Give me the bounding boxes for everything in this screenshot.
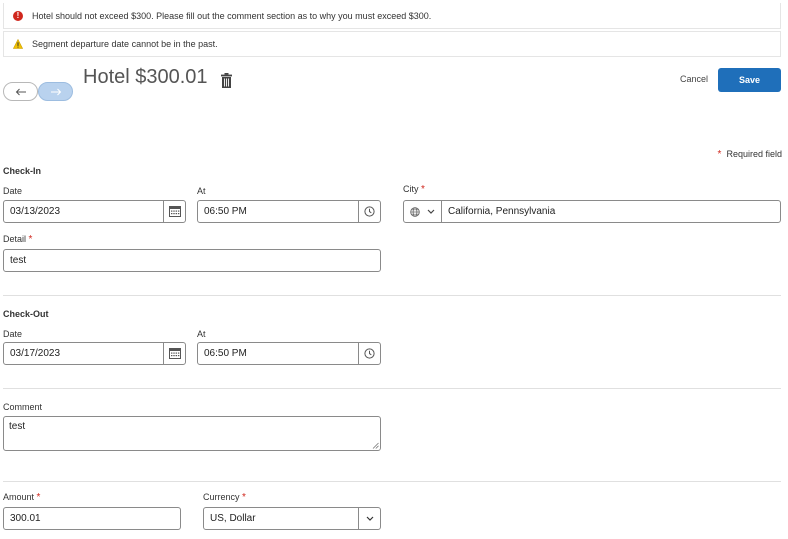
- checkout-date-value: 03/17/2023: [10, 348, 61, 359]
- detail-value: test: [10, 255, 27, 266]
- divider: [3, 388, 781, 389]
- chevron-down-icon: [427, 209, 435, 214]
- city-type-dropdown[interactable]: [404, 201, 442, 222]
- warning-alert: Segment departure date cannot be in the …: [3, 31, 781, 57]
- forward-button[interactable]: [38, 82, 73, 101]
- checkin-at-label: At: [197, 186, 206, 196]
- comment-textarea[interactable]: test: [3, 416, 381, 451]
- currency-select[interactable]: US, Dollar: [203, 507, 381, 530]
- error-icon: !: [13, 10, 23, 21]
- error-alert-text: Hotel should not exceed $300. Please fil…: [32, 10, 432, 21]
- checkout-date-label: Date: [3, 329, 23, 339]
- checkin-date-value: 03/13/2023: [10, 206, 61, 217]
- clock-icon[interactable]: [358, 201, 380, 222]
- trash-icon[interactable]: [221, 73, 232, 88]
- city-label: City *: [403, 184, 425, 195]
- amount-value: 300.01: [10, 513, 41, 524]
- calendar-icon[interactable]: [163, 343, 185, 364]
- checkin-date-field[interactable]: 03/13/2023: [3, 200, 186, 223]
- amount-field[interactable]: 300.01: [3, 507, 181, 530]
- chevron-down-icon[interactable]: [358, 508, 380, 529]
- checkout-at-label: At: [197, 329, 206, 339]
- currency-value: US, Dollar: [210, 513, 256, 524]
- checkout-date-field[interactable]: 03/17/2023: [3, 342, 186, 365]
- checkout-time-field[interactable]: 06:50 PM: [197, 342, 381, 365]
- clock-icon[interactable]: [358, 343, 380, 364]
- checkout-time-value: 06:50 PM: [204, 348, 247, 359]
- save-button[interactable]: Save: [718, 68, 781, 92]
- currency-label: Currency *: [203, 492, 246, 503]
- checkin-date-label: Date: [3, 186, 23, 196]
- error-alert: ! Hotel should not exceed $300. Please f…: [3, 3, 781, 29]
- comment-value: test: [9, 421, 26, 432]
- city-value: California, Pennsylvania: [448, 206, 556, 217]
- divider: [3, 295, 781, 296]
- checkout-section-title: Check-Out: [3, 309, 49, 319]
- page-title: Hotel $300.01: [83, 66, 208, 88]
- divider: [3, 481, 781, 482]
- detail-label: Detail *: [3, 234, 33, 245]
- cancel-button[interactable]: Cancel: [680, 74, 708, 84]
- calendar-icon[interactable]: [163, 201, 185, 222]
- arrow-left-icon: [15, 88, 26, 95]
- checkin-section-title: Check-In: [3, 166, 42, 176]
- checkin-time-value: 06:50 PM: [204, 206, 247, 217]
- arrow-right-icon: [50, 88, 61, 95]
- resize-handle-icon[interactable]: [372, 442, 379, 449]
- back-button[interactable]: [3, 82, 38, 101]
- warning-alert-text: Segment departure date cannot be in the …: [32, 39, 218, 49]
- globe-icon: [410, 206, 421, 217]
- comment-label: Comment: [3, 402, 43, 412]
- required-field-note: * Required field: [717, 149, 782, 160]
- amount-label: Amount *: [3, 492, 41, 503]
- warning-icon: [13, 39, 23, 49]
- checkin-time-field[interactable]: 06:50 PM: [197, 200, 381, 223]
- detail-field[interactable]: test: [3, 249, 381, 272]
- city-field[interactable]: California, Pennsylvania: [403, 200, 781, 223]
